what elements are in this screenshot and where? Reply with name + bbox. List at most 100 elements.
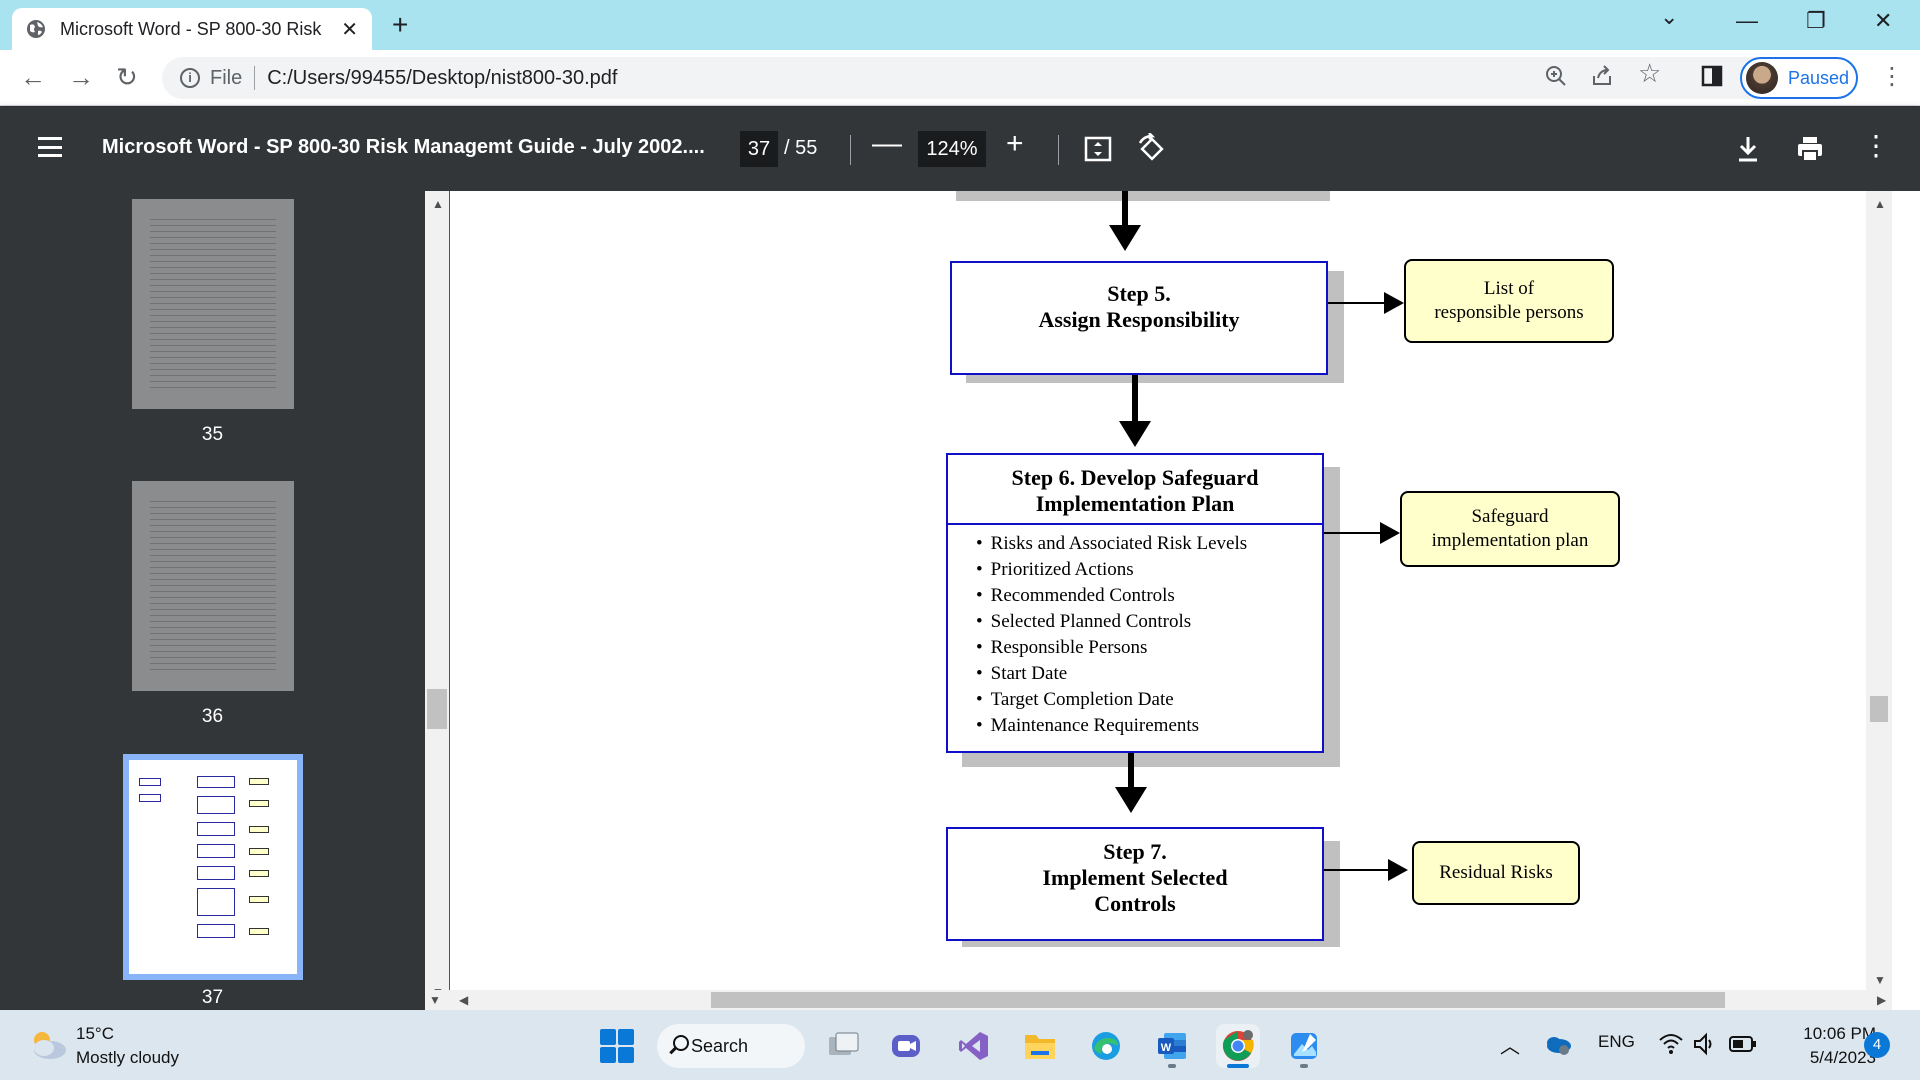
list-item: Maintenance Requirements bbox=[976, 713, 1322, 739]
toolbar-divider bbox=[850, 135, 851, 165]
pdf-page: Step 5. Assign Responsibility List of re… bbox=[450, 191, 1866, 990]
step5-box: Step 5. Assign Responsibility bbox=[950, 261, 1328, 375]
step5-output-box: List of responsible persons bbox=[1404, 259, 1614, 343]
browser-tab[interactable]: Microsoft Word - SP 800-30 Risk ✕ bbox=[12, 8, 372, 50]
scroll-down-arrow-icon[interactable]: ▼ bbox=[429, 993, 441, 1007]
globe-icon bbox=[27, 20, 45, 38]
search-icon bbox=[673, 1035, 689, 1051]
page-total: / 55 bbox=[784, 137, 818, 159]
step6-output-line2: implementation plan bbox=[1431, 530, 1589, 551]
profile-status: Paused bbox=[1788, 67, 1850, 88]
clock-time[interactable]: 10:06 PM bbox=[1780, 1024, 1876, 1044]
step6-output-line1: Safeguard bbox=[1471, 506, 1549, 527]
profile-button[interactable]: Paused bbox=[1740, 57, 1858, 99]
horizontal-scrollbar[interactable]: ▼ ◀ ▶ bbox=[425, 990, 1892, 1010]
active-indicator bbox=[1227, 1064, 1249, 1068]
flow-arrow-line bbox=[1132, 375, 1138, 425]
weather-temperature[interactable]: 15°C bbox=[76, 1024, 114, 1044]
share-icon[interactable] bbox=[1590, 64, 1614, 88]
show-hidden-icons-chevron-icon[interactable]: ︿ bbox=[1500, 1030, 1520, 1059]
thumbnail-page-37[interactable] bbox=[123, 754, 303, 980]
zoom-level-input[interactable]: 124% bbox=[918, 131, 986, 167]
new-tab-button[interactable]: + bbox=[392, 11, 408, 39]
zoom-in-button[interactable]: + bbox=[1006, 127, 1024, 161]
step7-box: Step 7. Implement Selected Controls bbox=[946, 827, 1324, 941]
task-view-icon[interactable] bbox=[822, 1024, 866, 1068]
weather-cloudy-icon[interactable] bbox=[28, 1030, 68, 1060]
scrollbar-thumb[interactable] bbox=[1870, 696, 1888, 722]
page-number-input[interactable]: 37 bbox=[740, 131, 778, 167]
url-text[interactable]: C:/Users/99455/Desktop/nist800-30.pdf bbox=[267, 67, 617, 90]
tab-search-chevron-icon[interactable]: ⌄ bbox=[1660, 4, 1678, 30]
sidebar-scrollbar[interactable]: ▲ ▼ bbox=[425, 191, 449, 999]
step5-output-line1: List of bbox=[1483, 278, 1535, 299]
zoom-icon[interactable] bbox=[1544, 64, 1568, 88]
reload-button[interactable]: ↻ bbox=[116, 62, 138, 92]
weather-description[interactable]: Mostly cloudy bbox=[76, 1048, 179, 1068]
notification-badge[interactable]: 4 bbox=[1864, 1032, 1890, 1058]
clock-date[interactable]: 5/4/2023 bbox=[1780, 1048, 1876, 1068]
step6-title-line1: Step 6. Develop Safeguard bbox=[1011, 465, 1259, 490]
minimize-button[interactable]: — bbox=[1736, 8, 1758, 34]
step6-output-box: Safeguard implementation plan bbox=[1400, 491, 1620, 567]
photos-app-icon[interactable] bbox=[1282, 1024, 1326, 1068]
avatar bbox=[1746, 62, 1778, 94]
volume-icon[interactable] bbox=[1692, 1032, 1718, 1056]
page-scrollbar[interactable]: ▲ ▼ bbox=[1866, 191, 1892, 990]
browser-menu-icon[interactable]: ⋮ bbox=[1880, 62, 1904, 91]
thumbnail-page-35[interactable] bbox=[132, 199, 294, 409]
step5-title-line2: Assign Responsibility bbox=[1038, 307, 1240, 332]
tab-close-icon[interactable]: ✕ bbox=[341, 17, 358, 42]
scroll-up-arrow-icon[interactable]: ▲ bbox=[432, 197, 444, 211]
taskbar: 15°C Mostly cloudy Search W ︿ ENG 10:06 … bbox=[0, 1010, 1920, 1080]
pdf-more-icon[interactable]: ⋮ bbox=[1862, 129, 1890, 162]
thumbnail-preview bbox=[129, 760, 297, 974]
flow-arrowhead bbox=[1384, 292, 1404, 314]
chrome-app-icon[interactable] bbox=[1216, 1024, 1260, 1068]
onedrive-icon[interactable] bbox=[1544, 1034, 1572, 1056]
windows-start-icon[interactable] bbox=[600, 1029, 634, 1063]
bookmark-star-icon[interactable]: ☆ bbox=[1638, 58, 1661, 89]
step7-title-line2: Implement Selected bbox=[1042, 865, 1228, 890]
step7-output: Residual Risks bbox=[1439, 862, 1553, 883]
scroll-down-arrow-icon[interactable]: ▼ bbox=[1874, 973, 1886, 987]
step7-output-box: Residual Risks bbox=[1412, 841, 1580, 905]
thumbnail-page-36[interactable] bbox=[132, 481, 294, 691]
battery-icon[interactable] bbox=[1728, 1034, 1758, 1054]
back-button[interactable]: ← bbox=[20, 62, 46, 92]
word-app-icon[interactable]: W bbox=[1150, 1024, 1194, 1068]
flow-arrow-line bbox=[1122, 191, 1128, 227]
zoom-out-button[interactable]: — bbox=[872, 127, 902, 161]
svg-text:W: W bbox=[1161, 1042, 1172, 1054]
document-title: Microsoft Word - SP 800-30 Risk Managemt… bbox=[102, 136, 705, 158]
close-window-button[interactable]: ✕ bbox=[1874, 8, 1892, 34]
restore-button[interactable]: ❐ bbox=[1806, 8, 1826, 34]
list-item: Risks and Associated Risk Levels bbox=[976, 531, 1322, 557]
forward-button[interactable]: → bbox=[68, 62, 94, 92]
scroll-right-arrow-icon[interactable]: ▶ bbox=[1877, 993, 1886, 1007]
taskbar-search-label: Search bbox=[691, 1035, 749, 1056]
rotate-icon[interactable] bbox=[1136, 133, 1168, 165]
list-item: Selected Planned Controls bbox=[976, 609, 1322, 635]
teams-chat-icon[interactable] bbox=[884, 1024, 928, 1068]
download-icon[interactable] bbox=[1736, 135, 1760, 163]
wifi-icon[interactable] bbox=[1658, 1032, 1684, 1056]
scrollbar-thumb[interactable] bbox=[711, 992, 1725, 1008]
taskbar-search[interactable]: Search bbox=[657, 1024, 805, 1068]
sidebar-menu-icon[interactable] bbox=[38, 137, 62, 157]
scroll-left-arrow-icon[interactable]: ◀ bbox=[459, 993, 468, 1007]
fit-to-page-icon[interactable] bbox=[1084, 135, 1112, 163]
language-indicator[interactable]: ENG bbox=[1598, 1032, 1635, 1052]
scroll-up-arrow-icon[interactable]: ▲ bbox=[1874, 197, 1886, 211]
print-icon[interactable] bbox=[1796, 135, 1824, 163]
edge-browser-icon[interactable] bbox=[1084, 1024, 1128, 1068]
file-explorer-icon[interactable] bbox=[1018, 1024, 1062, 1068]
flow-arrowhead bbox=[1109, 225, 1141, 251]
step6-title-line2: Implementation Plan bbox=[1035, 491, 1235, 516]
scrollbar-thumb[interactable] bbox=[427, 689, 447, 729]
visual-studio-icon[interactable] bbox=[952, 1024, 996, 1068]
flow-arrowhead bbox=[1388, 859, 1408, 881]
side-panel-icon[interactable] bbox=[1700, 64, 1724, 88]
info-icon[interactable]: i bbox=[180, 68, 200, 88]
flow-arrowhead bbox=[1119, 421, 1151, 447]
